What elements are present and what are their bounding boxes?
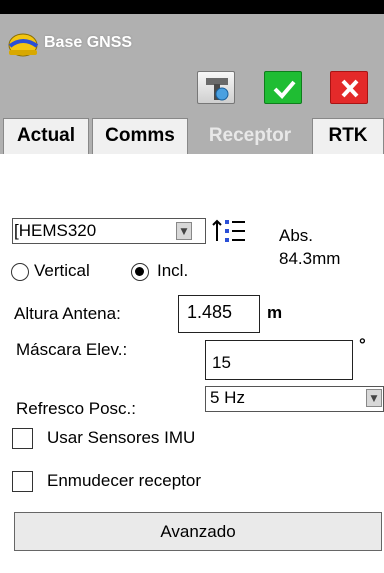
vertical-radio-label[interactable]: Vertical bbox=[34, 261, 90, 281]
tab-bar: Actual Comms Receptor RTK bbox=[0, 118, 384, 154]
ok-button[interactable] bbox=[264, 71, 302, 104]
cancel-button[interactable] bbox=[330, 71, 368, 104]
tab-comms[interactable]: Comms bbox=[92, 118, 188, 154]
list-icon bbox=[212, 219, 245, 242]
status-bar bbox=[0, 0, 384, 14]
refresh-rate-value: 5 Hz bbox=[210, 388, 245, 407]
helmet-logo-icon bbox=[6, 28, 42, 60]
receiver-model-value: [HEMS320 bbox=[14, 221, 97, 240]
use-imu-label[interactable]: Usar Sensores IMU bbox=[47, 428, 195, 448]
refresh-rate-label: Refresco Posc.: bbox=[16, 399, 136, 418]
checkmark-icon bbox=[273, 80, 296, 99]
antenna-height-unit: m bbox=[267, 303, 283, 322]
tab-receptor[interactable]: Receptor bbox=[190, 118, 310, 154]
chevron-down-icon[interactable]: ▼ bbox=[176, 222, 192, 240]
tab-actual[interactable]: Actual bbox=[3, 118, 89, 154]
elevation-mask-label: Máscara Elev.: bbox=[16, 340, 128, 359]
mute-receiver-checkbox[interactable] bbox=[12, 471, 33, 492]
tab-rtk[interactable]: RTK bbox=[312, 118, 384, 154]
elevation-mask-value: 15 bbox=[212, 353, 231, 372]
antenna-height-value: 1.485 bbox=[187, 302, 233, 322]
antenna-list-button[interactable] bbox=[209, 217, 251, 245]
elevation-mask-unit: ° bbox=[359, 335, 366, 354]
use-imu-checkbox[interactable] bbox=[12, 428, 33, 449]
inclined-radio-label[interactable]: Incl. bbox=[157, 261, 188, 281]
mute-receiver-label[interactable]: Enmudecer receptor bbox=[47, 471, 201, 491]
configure-tool-icon bbox=[206, 78, 229, 101]
abs-label: Abs. bbox=[279, 226, 314, 245]
app-title: Base GNSS bbox=[44, 34, 133, 51]
inclined-radio[interactable] bbox=[131, 263, 149, 281]
settings-tool-button[interactable] bbox=[197, 71, 235, 104]
abs-value: 84.3mm bbox=[279, 249, 341, 268]
chevron-down-icon[interactable]: ▼ bbox=[366, 389, 382, 407]
advanced-button[interactable]: Avanzado bbox=[14, 512, 382, 551]
antenna-height-label: Altura Antena: bbox=[14, 304, 121, 323]
vertical-radio[interactable] bbox=[11, 263, 29, 281]
close-icon bbox=[341, 79, 359, 98]
title-bar bbox=[0, 14, 384, 118]
